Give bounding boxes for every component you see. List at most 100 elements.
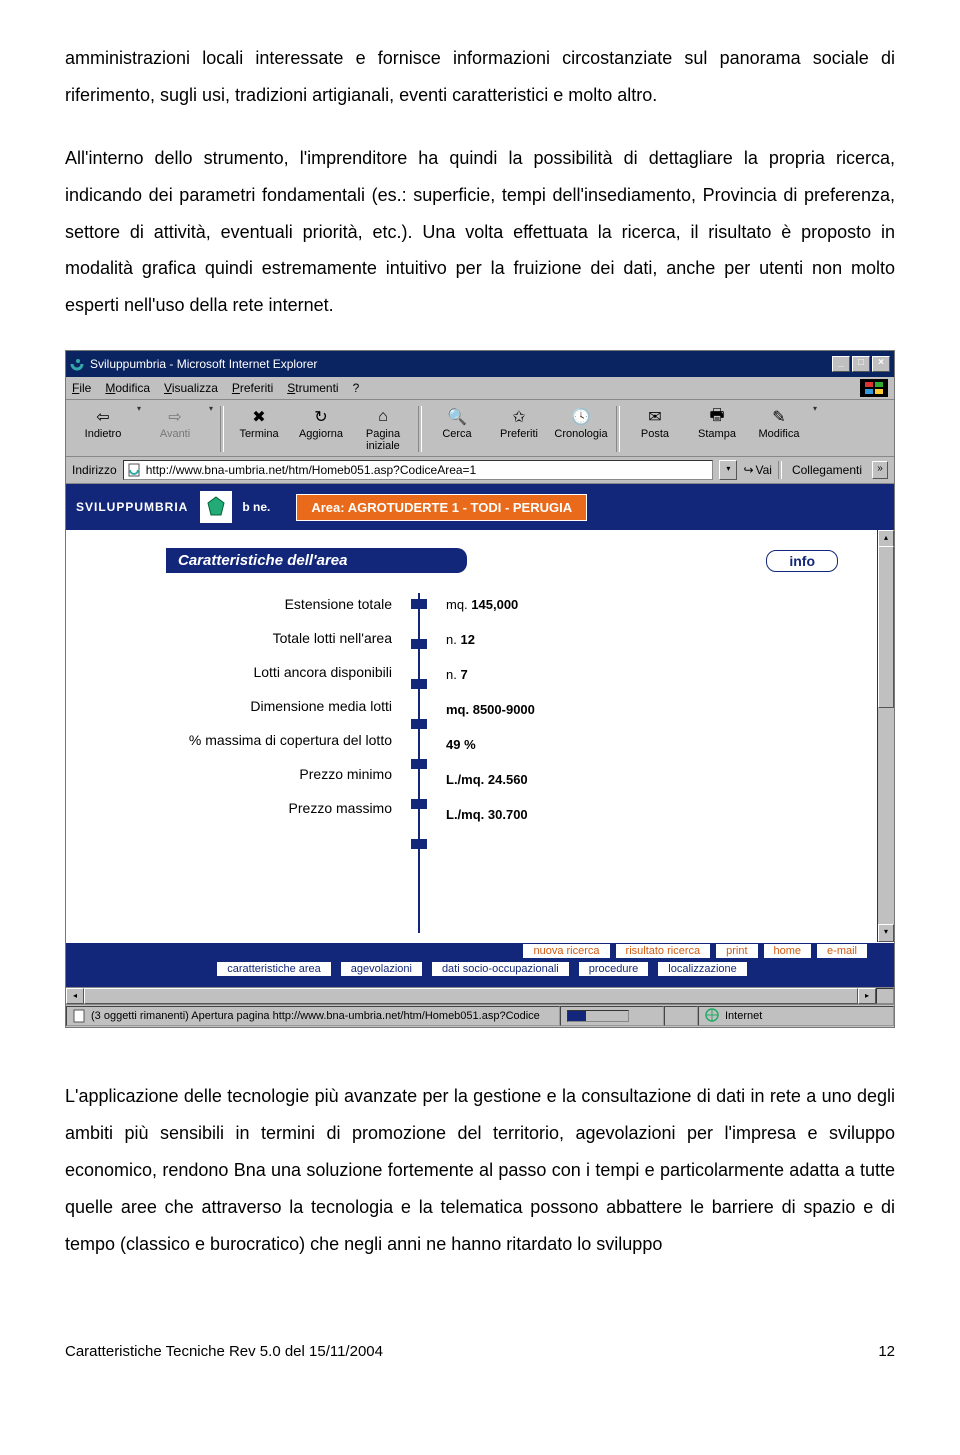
address-bar: Indirizzo http://www.bna-umbria.net/htm/… (66, 457, 894, 484)
menu-modifica[interactable]: Modifica (105, 381, 150, 395)
row-label: Prezzo minimo (66, 757, 406, 791)
page-icon (73, 1009, 87, 1023)
nav-agevolazioni[interactable]: agevolazioni (340, 961, 423, 977)
go-button[interactable]: ↪ Vai (743, 463, 772, 477)
section-title: Caratteristiche dell'area (166, 548, 467, 573)
forward-button[interactable]: ⇨ Avanti (144, 404, 206, 442)
nav-home[interactable]: home (763, 943, 813, 959)
row-label: Dimensione media lotti (66, 689, 406, 723)
scroll-down-icon[interactable]: ▾ (878, 924, 894, 942)
back-button[interactable]: ⇦ Indietro (72, 404, 134, 442)
arrow-left-icon: ⇦ (96, 406, 109, 428)
progress-cell (560, 1006, 664, 1026)
menu-visualizza[interactable]: Visualizza (164, 381, 218, 395)
nav-nuova-ricerca[interactable]: nuova ricerca (522, 943, 610, 959)
info-button[interactable]: info (766, 550, 838, 572)
horizontal-scrollbar[interactable]: ◂ ▸ (66, 987, 894, 1004)
row-value: mq. 8500-9000 (446, 692, 894, 727)
go-arrow-icon: ↪ (743, 463, 753, 477)
menu-help[interactable]: ? (353, 381, 360, 395)
row-value: 49 % (446, 727, 894, 762)
menu-bar: File Modifica Visualizza Preferiti Strum… (66, 377, 894, 400)
refresh-button[interactable]: ↻ Aggiorna (290, 404, 352, 442)
nav-localizzazione[interactable]: localizzazione (657, 961, 747, 977)
browser-window: Sviluppumbria - Microsoft Internet Explo… (65, 350, 895, 1028)
history-button[interactable]: 🕓 Cronologia (550, 404, 612, 442)
row-value: L./mq. 30.700 (446, 797, 894, 832)
favorites-button[interactable]: ✩ Preferiti (488, 404, 550, 442)
nav-email[interactable]: e-mail (816, 943, 868, 959)
close-button[interactable]: × (872, 356, 890, 372)
print-button[interactable]: 🖶 Stampa (686, 404, 748, 442)
back-dropdown-caret[interactable]: ▾ (134, 404, 144, 413)
row-label: Totale lotti nell'area (66, 621, 406, 655)
minimize-button[interactable]: _ (832, 356, 850, 372)
row-value: n. 12 (446, 622, 894, 657)
menu-preferiti[interactable]: Preferiti (232, 381, 273, 395)
page-footer: Caratteristiche Tecniche Rev 5.0 del 15/… (65, 1343, 895, 1360)
brand-label: SVILUPPUMBRIA (76, 500, 188, 514)
page-content: SVILUPPUMBRIA b ne. Area: AGROTUDERTE 1 … (66, 484, 894, 1004)
home-icon: ⌂ (378, 406, 388, 428)
edit-icon: ✎ (772, 406, 785, 428)
scroll-corner (876, 988, 894, 1004)
address-dropdown[interactable]: ▾ (719, 460, 737, 480)
maximize-button[interactable]: □ (852, 356, 870, 372)
window-titlebar: Sviluppumbria - Microsoft Internet Explo… (66, 351, 894, 377)
favorites-icon: ✩ (512, 406, 525, 428)
body-paragraph-1: amministrazioni locali interessate e for… (65, 40, 895, 114)
toolbar-separator-3 (616, 406, 620, 452)
row-value: mq. 145,000 (446, 587, 894, 622)
progress-bar (567, 1010, 629, 1022)
stop-icon: ✖ (252, 406, 265, 428)
links-label[interactable]: Collegamenti (788, 463, 866, 477)
address-url: http://www.bna-umbria.net/htm/Homeb051.a… (146, 463, 477, 477)
address-input[interactable]: http://www.bna-umbria.net/htm/Homeb051.a… (123, 460, 714, 480)
brand-logo-1 (200, 491, 232, 523)
edit-button[interactable]: ✎ Modifica (748, 404, 810, 442)
nav-caratteristiche[interactable]: caratteristiche area (216, 961, 332, 977)
nav-dati-socio[interactable]: dati socio-occupazionali (431, 961, 570, 977)
links-overflow[interactable]: » (872, 461, 888, 479)
body-paragraph-2: All'interno dello strumento, l'imprendit… (65, 140, 895, 324)
toolbar-separator (220, 406, 224, 452)
row-value: L./mq. 24.560 (446, 762, 894, 797)
body-paragraph-3: L'applicazione delle tecnologie più avan… (65, 1078, 895, 1262)
menu-strumenti[interactable]: Strumenti (287, 381, 338, 395)
search-button[interactable]: 🔍 Cerca (426, 404, 488, 442)
nav-print[interactable]: print (715, 943, 758, 959)
arrow-right-icon: ⇨ (168, 406, 181, 428)
edit-dropdown-caret[interactable]: ▾ (810, 404, 820, 413)
scroll-thumb[interactable] (878, 546, 894, 708)
data-labels-column: Estensione totale Totale lotti nell'area… (66, 587, 406, 933)
nav-risultato-ricerca[interactable]: risultato ricerca (615, 943, 712, 959)
print-icon: 🖶 (709, 406, 724, 428)
row-label: Lotti ancora disponibili (66, 655, 406, 689)
status-spacer (664, 1006, 698, 1026)
stop-button[interactable]: ✖ Termina (228, 404, 290, 442)
scroll-right-icon[interactable]: ▸ (858, 988, 876, 1004)
home-button[interactable]: ⌂ Pagina iniziale (352, 404, 414, 454)
search-icon: 🔍 (447, 406, 467, 428)
mail-button[interactable]: ✉ Posta (624, 404, 686, 442)
zone-cell: Internet (698, 1006, 894, 1026)
data-table: Estensione totale Totale lotti nell'area… (66, 581, 894, 943)
internet-zone-icon (705, 1008, 719, 1025)
scroll-left-icon[interactable]: ◂ (66, 988, 84, 1004)
refresh-icon: ↻ (314, 406, 327, 428)
status-text: (3 oggetti rimanenti) Apertura pagina ht… (66, 1006, 560, 1026)
data-values-column: mq. 145,000 n. 12 n. 7 mq. 8500-9000 49 … (432, 587, 894, 933)
ie-icon (70, 357, 84, 371)
mail-icon: ✉ (648, 406, 661, 428)
history-icon: 🕓 (571, 406, 591, 428)
page-icon (128, 463, 142, 477)
nav-procedure[interactable]: procedure (578, 961, 650, 977)
address-label: Indirizzo (72, 463, 117, 477)
header-bar: SVILUPPUMBRIA b ne. Area: AGROTUDERTE 1 … (66, 484, 894, 530)
footer-page-number: 12 (878, 1343, 895, 1360)
menu-file[interactable]: File (72, 381, 91, 395)
hscroll-thumb[interactable] (84, 988, 858, 1004)
forward-dropdown-caret[interactable]: ▾ (206, 404, 216, 413)
row-label: % massima di copertura del lotto (66, 723, 406, 757)
vertical-scrollbar[interactable]: ▴ ▾ (877, 530, 894, 942)
